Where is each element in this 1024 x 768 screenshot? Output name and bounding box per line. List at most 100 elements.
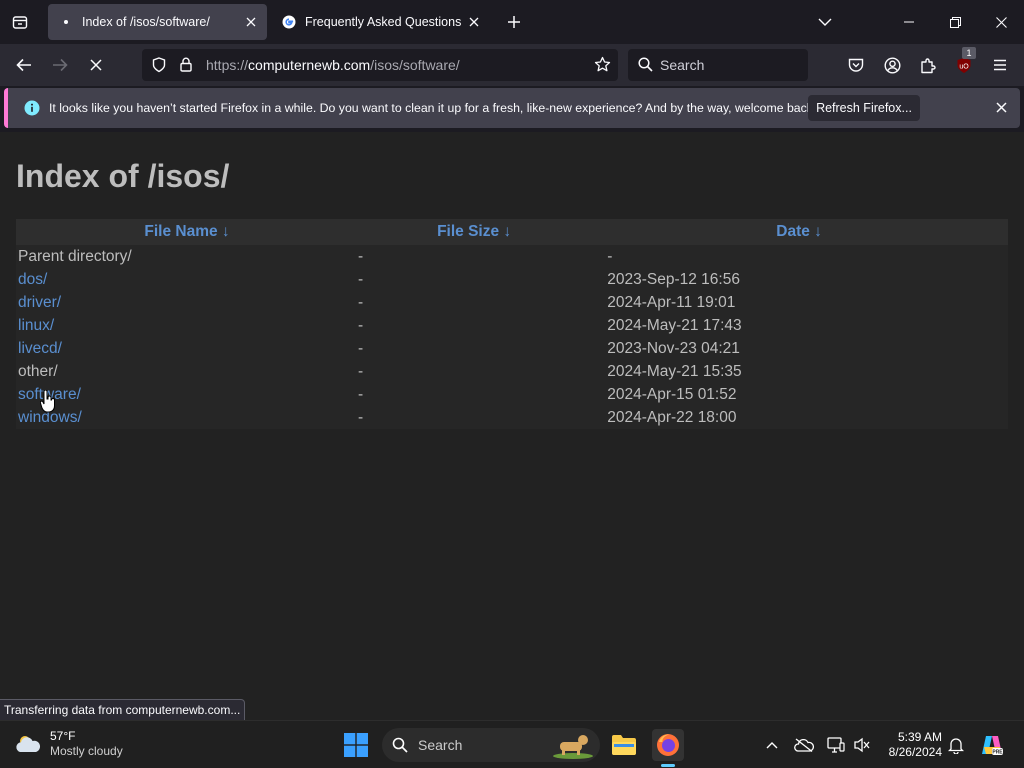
stop-loading-button[interactable] [82, 51, 110, 79]
google-icon [281, 14, 297, 30]
column-header-date[interactable]: Date ↓ [590, 219, 1008, 245]
directory-link[interactable]: linux/ [18, 317, 54, 334]
tab-bar: Index of /isos/software/ Frequently Aske… [0, 0, 1024, 44]
page-title: Index of /isos/ [16, 158, 230, 194]
date-cell: 2024-May-21 17:43 [607, 316, 742, 334]
show-hidden-icons-button[interactable] [756, 729, 788, 761]
file-size-cell: - [358, 270, 364, 288]
url-text[interactable]: https://computernewb.com/isos/software/ [206, 57, 460, 73]
svg-text:PRE: PRE [992, 750, 1003, 756]
directory-link[interactable]: livecd/ [18, 340, 62, 357]
refresh-firefox-button[interactable]: Refresh Firefox... [808, 95, 920, 121]
copilot-icon: PRE [982, 736, 1003, 756]
tab-index-isos-software[interactable]: Index of /isos/software/ [48, 4, 267, 40]
tab-overflow-button[interactable] [802, 0, 848, 44]
date-cell: 2024-Apr-15 01:52 [607, 385, 737, 403]
date-cell: - [607, 247, 613, 265]
directory-label[interactable]: Parent directory/ [18, 248, 132, 265]
ublock-shield-icon: uO [957, 57, 971, 73]
column-header-file-size[interactable]: File Size ↓ [358, 219, 591, 245]
tracking-protection-shield-icon[interactable] [152, 57, 166, 73]
search-placeholder: Search [660, 57, 705, 73]
clock-time: 5:39 AM [897, 730, 942, 744]
app-menu-button[interactable] [986, 51, 1014, 79]
firefox-icon [657, 734, 679, 756]
forward-button[interactable] [46, 51, 74, 79]
new-tab-button[interactable] [502, 10, 526, 34]
column-header-file-name[interactable]: File Name ↓ [16, 219, 359, 245]
directory-label[interactable]: other/ [18, 363, 58, 380]
pocket-icon [848, 58, 864, 72]
close-notification-icon[interactable] [996, 102, 1007, 113]
system-clock[interactable]: 5:39 AM 8/26/2024 [880, 730, 942, 760]
file-size-cell: - [358, 293, 364, 311]
taskbar-search-label: Search [418, 737, 463, 753]
table-row: linux/ - 2024-May-21 17:43 [16, 314, 1008, 337]
arrow-right-icon [53, 58, 68, 72]
account-button[interactable] [878, 51, 906, 79]
file-size-cell: - [358, 247, 364, 265]
file-size-cell: - [358, 339, 364, 357]
close-tab-icon[interactable] [239, 10, 263, 34]
file-name-cell: linux/ [16, 314, 358, 337]
start-button[interactable] [340, 729, 372, 761]
weather-widget[interactable]: 57°F Mostly cloudy [14, 729, 123, 759]
close-tab-icon[interactable] [462, 10, 486, 34]
date-cell: 2023-Sep-12 16:56 [607, 270, 740, 288]
extensions-button[interactable] [914, 51, 942, 79]
file-name-cell: Parent directory/ [16, 245, 358, 268]
tab-faq[interactable]: Frequently Asked Questions | G [271, 4, 490, 40]
search-icon [638, 57, 653, 72]
table-row: dos/ - 2023-Sep-12 16:56 [16, 268, 1008, 291]
file-name-cell: dos/ [16, 268, 358, 291]
tab-title: Index of /isos/software/ [82, 15, 210, 29]
file-size-cell: - [358, 385, 364, 403]
file-size-cell: - [358, 362, 364, 380]
hand-cursor-icon [40, 390, 55, 413]
file-explorer-button[interactable] [608, 729, 640, 761]
file-size-cell: - [358, 408, 364, 426]
address-bar[interactable]: https://computernewb.com/isos/software/ [142, 49, 618, 81]
info-icon [24, 100, 40, 116]
firefox-taskbar-button[interactable] [652, 729, 684, 767]
file-name-cell: other/ [16, 360, 358, 383]
bell-icon [948, 737, 964, 754]
search-bar[interactable]: Search [628, 49, 808, 81]
search-highlight-dog-icon [553, 735, 593, 759]
directory-link[interactable]: dos/ [18, 271, 47, 288]
file-name-cell: software/ [16, 383, 358, 406]
volume-button[interactable] [846, 729, 878, 761]
pocket-button[interactable] [842, 51, 870, 79]
hamburger-menu-icon [994, 59, 1006, 71]
taskbar-search-box[interactable]: Search [382, 728, 600, 762]
minimize-button[interactable] [886, 0, 932, 44]
ublock-origin-button[interactable]: uO 1 [950, 47, 978, 79]
accessibility-icon [854, 737, 870, 753]
restore-icon [949, 16, 961, 28]
directory-link[interactable]: driver/ [18, 294, 61, 311]
table-row: software/- 2024-Apr-15 01:52 [16, 383, 1008, 406]
onedrive-button[interactable] [788, 729, 820, 761]
lock-icon[interactable] [180, 57, 192, 72]
date-cell: 2024-May-21 15:35 [607, 362, 742, 380]
bookmark-star-icon[interactable] [594, 56, 611, 73]
minimize-icon [904, 21, 914, 23]
weather-condition: Mostly cloudy [50, 744, 123, 758]
tab-title: Frequently Asked Questions | G [305, 15, 462, 29]
close-window-button[interactable] [978, 0, 1024, 44]
back-button[interactable] [10, 51, 38, 79]
tabs-list-icon [12, 16, 28, 29]
puzzle-icon [921, 57, 936, 73]
search-icon [392, 737, 408, 753]
file-name-cell: windows/ [16, 406, 358, 429]
navigation-toolbar: https://computernewb.com/isos/software/ … [0, 44, 1024, 86]
account-icon [883, 56, 901, 74]
table-row: windows/- 2024-Apr-22 18:00 [16, 406, 1008, 429]
loading-dot-icon [58, 14, 74, 30]
restore-button[interactable] [932, 0, 978, 44]
notifications-button[interactable] [940, 729, 972, 761]
date-cell: 2023-Nov-23 04:21 [607, 339, 740, 357]
table-header-row: File Name ↓ File Size ↓ Date ↓ [16, 219, 1008, 245]
copilot-button[interactable]: PRE [976, 729, 1008, 761]
list-all-tabs-button[interactable] [6, 10, 34, 34]
